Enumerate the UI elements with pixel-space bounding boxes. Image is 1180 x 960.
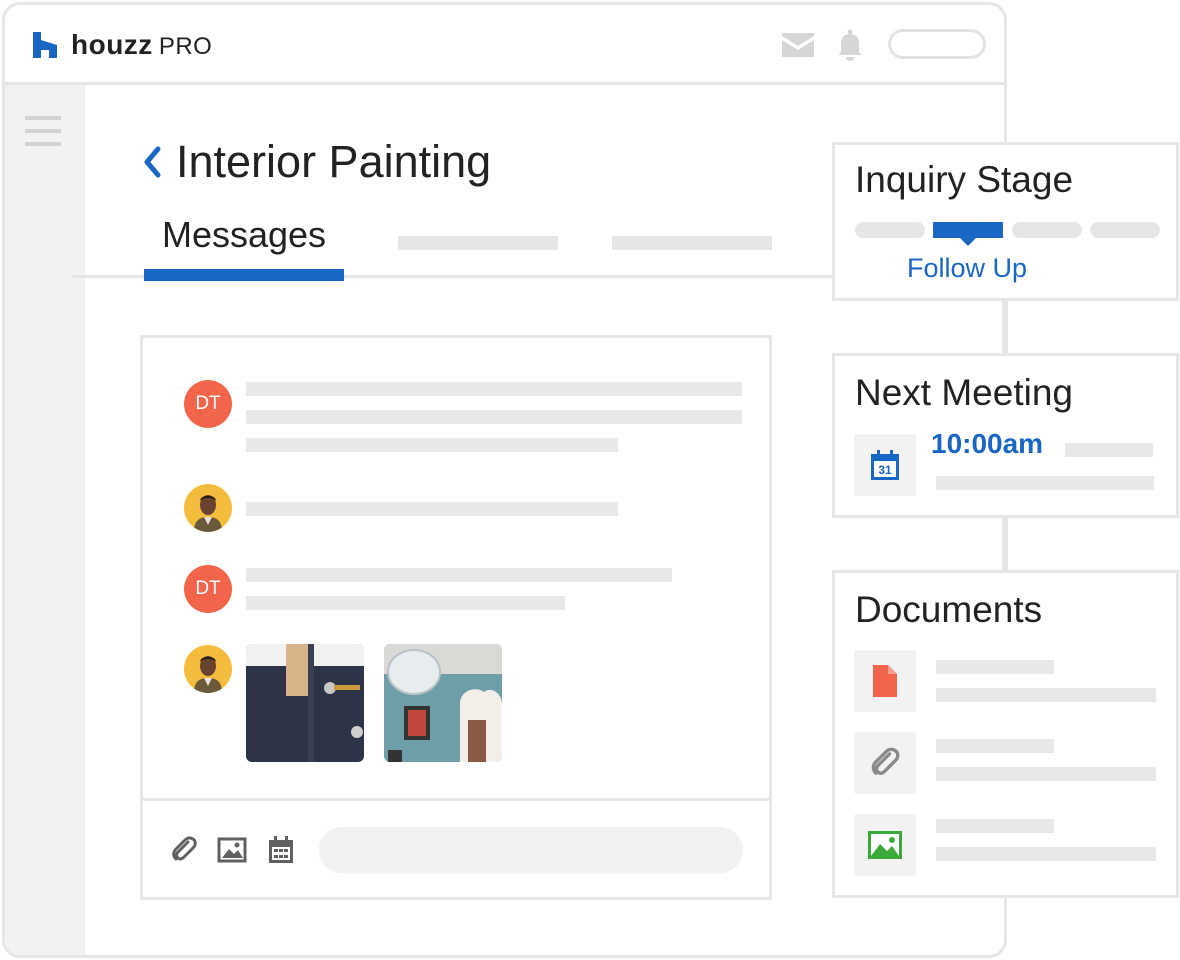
document-text-line bbox=[936, 688, 1156, 702]
stage-step bbox=[855, 222, 925, 238]
person-avatar-icon bbox=[194, 656, 222, 693]
card-connector bbox=[1002, 516, 1008, 572]
message-text-line bbox=[246, 568, 672, 582]
current-stage-label[interactable]: Follow Up bbox=[907, 253, 1027, 284]
meeting-detail-line bbox=[936, 476, 1154, 490]
tab-placeholder[interactable] bbox=[612, 236, 772, 250]
image-tile bbox=[854, 814, 916, 876]
calendar-icon[interactable] bbox=[266, 835, 296, 865]
image-icon bbox=[868, 831, 902, 859]
document-text-line bbox=[936, 660, 1054, 674]
back-chevron-icon[interactable] bbox=[140, 145, 164, 179]
tab-messages[interactable]: Messages bbox=[144, 210, 344, 281]
menu-icon[interactable] bbox=[25, 116, 61, 148]
meeting-time: 10:00am bbox=[931, 428, 1044, 459]
brand-name: houzz PRO bbox=[71, 29, 213, 60]
paperclip-icon[interactable] bbox=[169, 835, 199, 865]
message-input[interactable] bbox=[319, 827, 743, 873]
link-tile bbox=[854, 732, 916, 794]
calendar-day: 31 bbox=[878, 463, 892, 477]
avatar: DT bbox=[184, 565, 232, 613]
attachment-photo bbox=[246, 644, 364, 762]
houzz-logo-icon bbox=[33, 32, 57, 58]
stage-caret-icon bbox=[960, 238, 976, 246]
file-tile bbox=[854, 650, 916, 712]
tab-messages-label: Messages bbox=[161, 214, 327, 255]
stage-step bbox=[1090, 222, 1160, 238]
documents-card: Documents bbox=[832, 570, 1179, 898]
message-text-line bbox=[246, 596, 565, 610]
document-text-line bbox=[936, 739, 1054, 753]
meeting-detail-line bbox=[1065, 443, 1153, 457]
search-input[interactable] bbox=[888, 29, 986, 59]
documents-title: Documents bbox=[855, 589, 1043, 630]
calendar-icon: 31 bbox=[871, 450, 899, 480]
logo[interactable]: houzz PRO bbox=[31, 29, 212, 61]
avatar bbox=[184, 645, 232, 693]
stage-step-current bbox=[933, 222, 1003, 238]
image-attachment[interactable] bbox=[246, 644, 364, 762]
meeting-calendar-tile: 31 bbox=[854, 434, 916, 496]
inquiry-stage-card: Inquiry Stage Follow Up bbox=[832, 142, 1179, 301]
stage-step bbox=[1012, 222, 1082, 238]
image-attachment[interactable] bbox=[384, 644, 502, 762]
mail-icon[interactable] bbox=[782, 33, 814, 57]
tab-placeholder[interactable] bbox=[398, 236, 558, 250]
next-meeting-card: Next Meeting 31 10:00am bbox=[832, 353, 1179, 518]
message-text-line bbox=[246, 502, 618, 516]
message-text-line bbox=[246, 382, 742, 396]
bell-icon[interactable] bbox=[835, 29, 865, 61]
top-bar: houzz PRO bbox=[5, 5, 1004, 85]
document-text-line bbox=[936, 819, 1054, 833]
active-tab-indicator bbox=[144, 269, 344, 281]
document-text-line bbox=[936, 847, 1156, 861]
message-thread: DT DT bbox=[140, 335, 772, 900]
page-title: Interior Painting bbox=[176, 136, 492, 187]
paperclip-icon bbox=[871, 747, 900, 775]
attachment-photo bbox=[384, 644, 502, 762]
next-meeting-title: Next Meeting bbox=[855, 372, 1073, 413]
file-icon bbox=[873, 665, 897, 697]
image-icon[interactable] bbox=[217, 835, 247, 865]
message-text-line bbox=[246, 410, 742, 424]
person-avatar-icon bbox=[194, 495, 222, 532]
message-text-line bbox=[246, 438, 618, 452]
avatar: DT bbox=[184, 380, 232, 428]
document-text-line bbox=[936, 767, 1156, 781]
inquiry-stage-title: Inquiry Stage bbox=[855, 159, 1074, 200]
card-connector bbox=[1002, 300, 1008, 356]
avatar bbox=[184, 484, 232, 532]
message-composer bbox=[143, 798, 769, 900]
